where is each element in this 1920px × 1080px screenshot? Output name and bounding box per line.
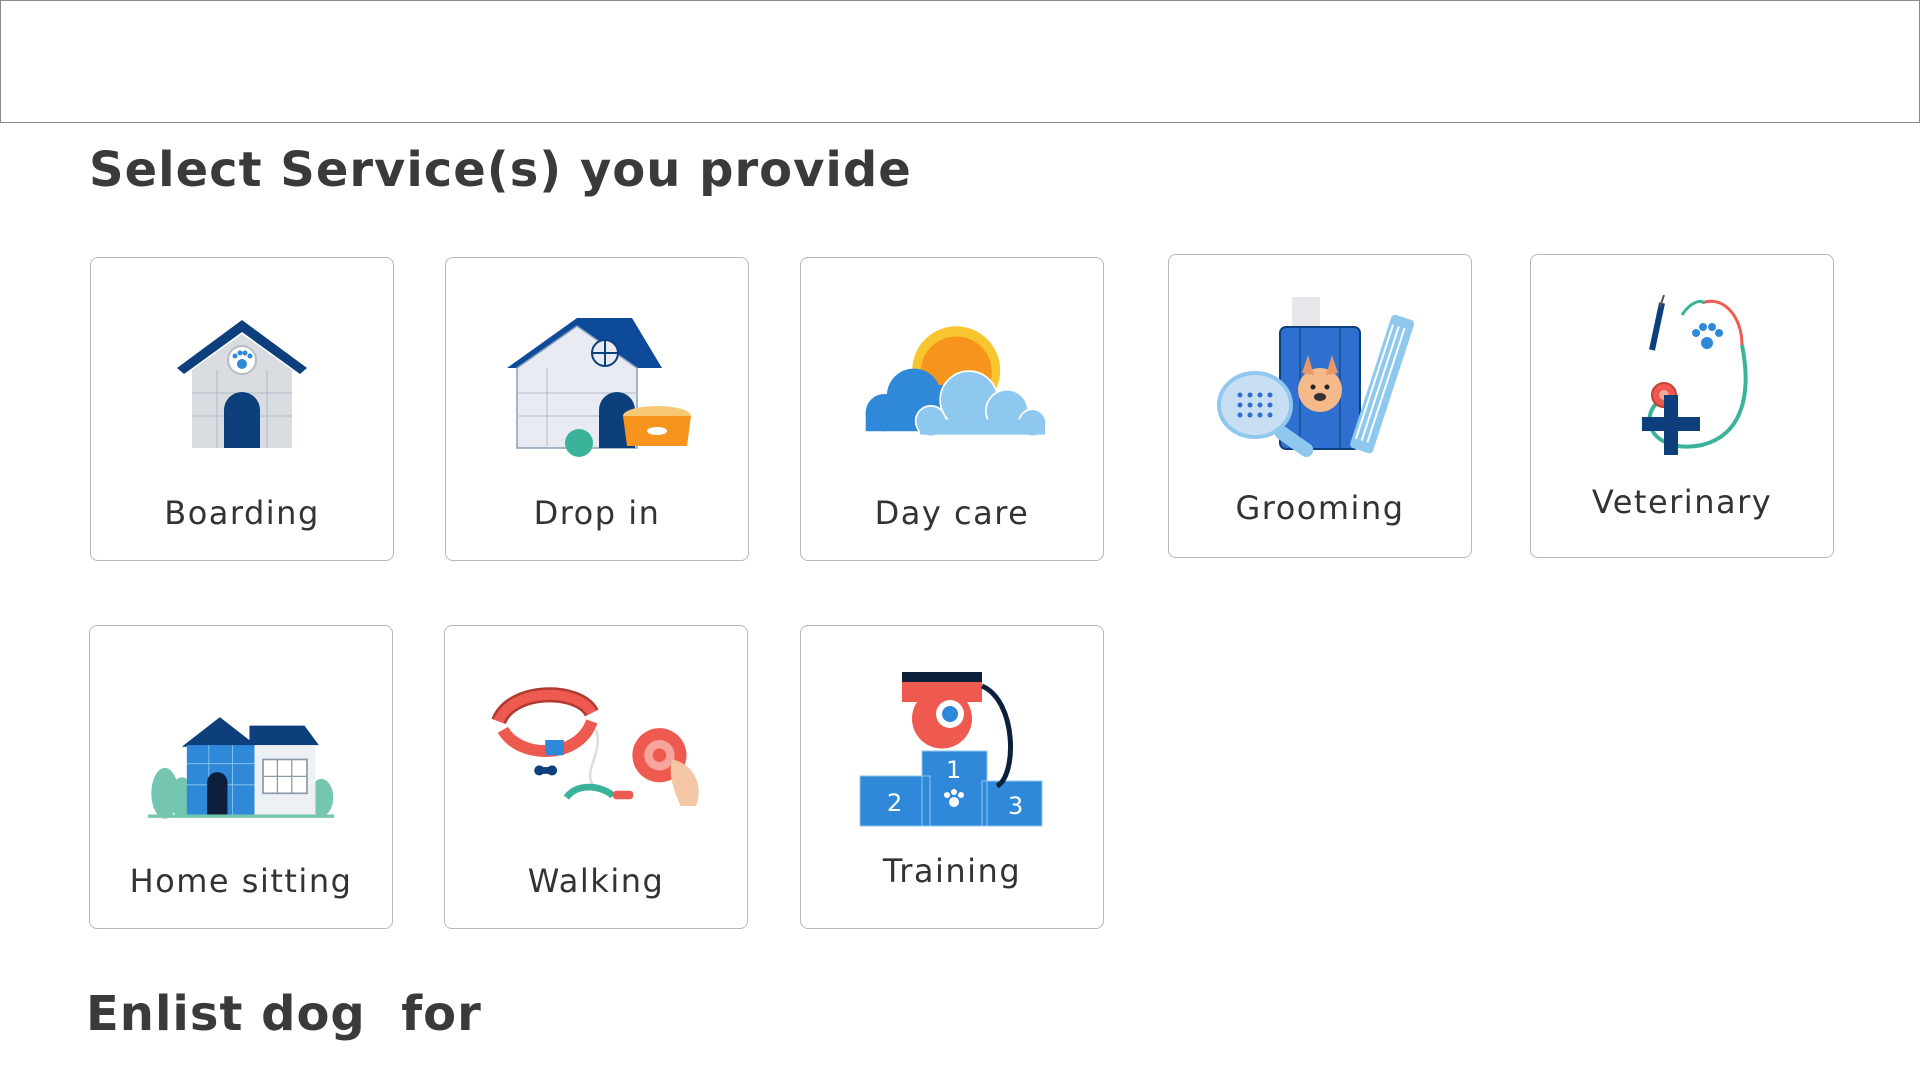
service-card-walking[interactable]: Walking — [444, 625, 748, 929]
service-card-training[interactable]: 2 1 3 Training — [800, 625, 1104, 929]
svg-text:1: 1 — [946, 756, 961, 784]
collar-and-leash-icon — [491, 687, 699, 806]
service-label-home-sitting: Home sitting — [129, 862, 353, 900]
service-label-veterinary: Veterinary — [1591, 483, 1773, 521]
service-card-grooming[interactable]: Grooming — [1168, 254, 1472, 558]
service-card-veterinary[interactable]: Veterinary — [1530, 254, 1834, 558]
stethoscope-syringe-icon — [1642, 295, 1748, 455]
grooming-tools-icon — [1217, 297, 1415, 457]
service-label-boarding: Boarding — [164, 494, 320, 532]
service-label-day-care: Day care — [874, 494, 1030, 532]
service-label-grooming: Grooming — [1235, 489, 1405, 527]
whistle-podium-icon: 2 1 3 — [859, 672, 1043, 827]
dog-house-with-food-bowl-icon — [507, 318, 691, 457]
enlist-section-title: Enlist dog for — [86, 986, 482, 1042]
sun-and-clouds-icon — [865, 326, 1047, 438]
service-label-training: Training — [882, 852, 1022, 890]
svg-text:3: 3 — [1008, 792, 1023, 820]
service-label-drop-in: Drop in — [533, 494, 661, 532]
dog-house-icon — [177, 320, 307, 448]
service-card-boarding[interactable]: Boarding — [90, 257, 394, 561]
service-card-drop-in[interactable]: Drop in — [445, 257, 749, 561]
services-section-title: Select Service(s) you provide — [89, 142, 912, 198]
service-card-day-care[interactable]: Day care — [800, 257, 1104, 561]
top-header-bar — [0, 0, 1920, 123]
house-icon — [147, 717, 335, 819]
service-card-home-sitting[interactable]: Home sitting — [89, 625, 393, 929]
svg-text:2: 2 — [887, 789, 902, 817]
service-label-walking: Walking — [527, 862, 665, 900]
